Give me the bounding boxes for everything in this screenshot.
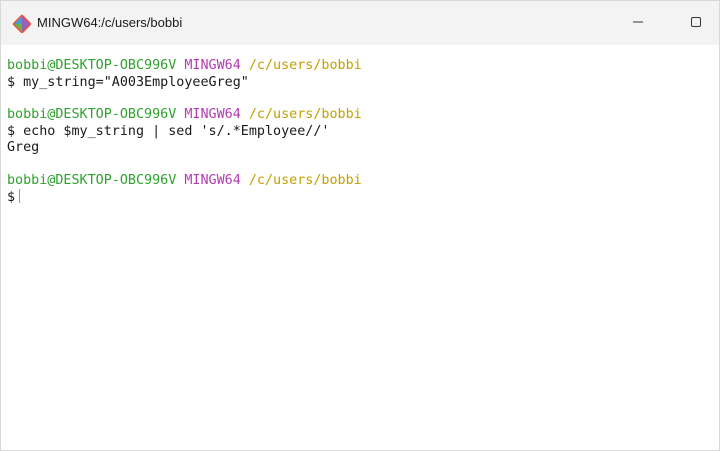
prompt-user-host: bobbi@DESKTOP-OBC996V (7, 58, 177, 73)
command-line: $ echo $my_string | sed 's/.*Employee//' (7, 124, 330, 139)
prompt-path: /c/users/bobbi (248, 173, 362, 188)
prompt-line: bobbi@DESKTOP-OBC996V MINGW64 /c/users/b… (7, 58, 362, 74)
text-cursor (19, 189, 21, 203)
maximize-icon (690, 15, 702, 33)
prompt-user-host: bobbi@DESKTOP-OBC996V (7, 173, 177, 188)
prompt-line: bobbi@DESKTOP-OBC996V MINGW64 /c/users/b… (7, 173, 362, 189)
terminal-window: MINGW64:/c/users/bobbi bobbi@DESKTOP-OBC… (0, 0, 720, 451)
window-title: MINGW64:/c/users/bobbi (37, 15, 183, 30)
prompt-shell: MINGW64 (184, 173, 241, 188)
prompt-symbol: $ (7, 190, 16, 205)
prompt-user-host: bobbi@DESKTOP-OBC996V (7, 107, 177, 122)
prompt-shell: MINGW64 (184, 107, 241, 122)
prompt-line: bobbi@DESKTOP-OBC996V MINGW64 /c/users/b… (7, 107, 362, 123)
command-line: $ my_string="A003EmployeeGreg" (7, 75, 249, 90)
minimize-button[interactable] (621, 11, 655, 37)
prompt-shell: MINGW64 (184, 58, 241, 73)
minimize-icon (632, 15, 644, 33)
maximize-button[interactable] (679, 11, 713, 37)
git-bash-icon (12, 14, 32, 34)
command-output: Greg (7, 140, 40, 155)
title-bar[interactable]: MINGW64:/c/users/bobbi (1, 1, 719, 45)
terminal-output-area[interactable]: bobbi@DESKTOP-OBC996V MINGW64 /c/users/b… (1, 45, 719, 450)
active-command-line[interactable]: $ (7, 189, 21, 206)
prompt-path: /c/users/bobbi (248, 107, 362, 122)
prompt-path: /c/users/bobbi (248, 58, 362, 73)
